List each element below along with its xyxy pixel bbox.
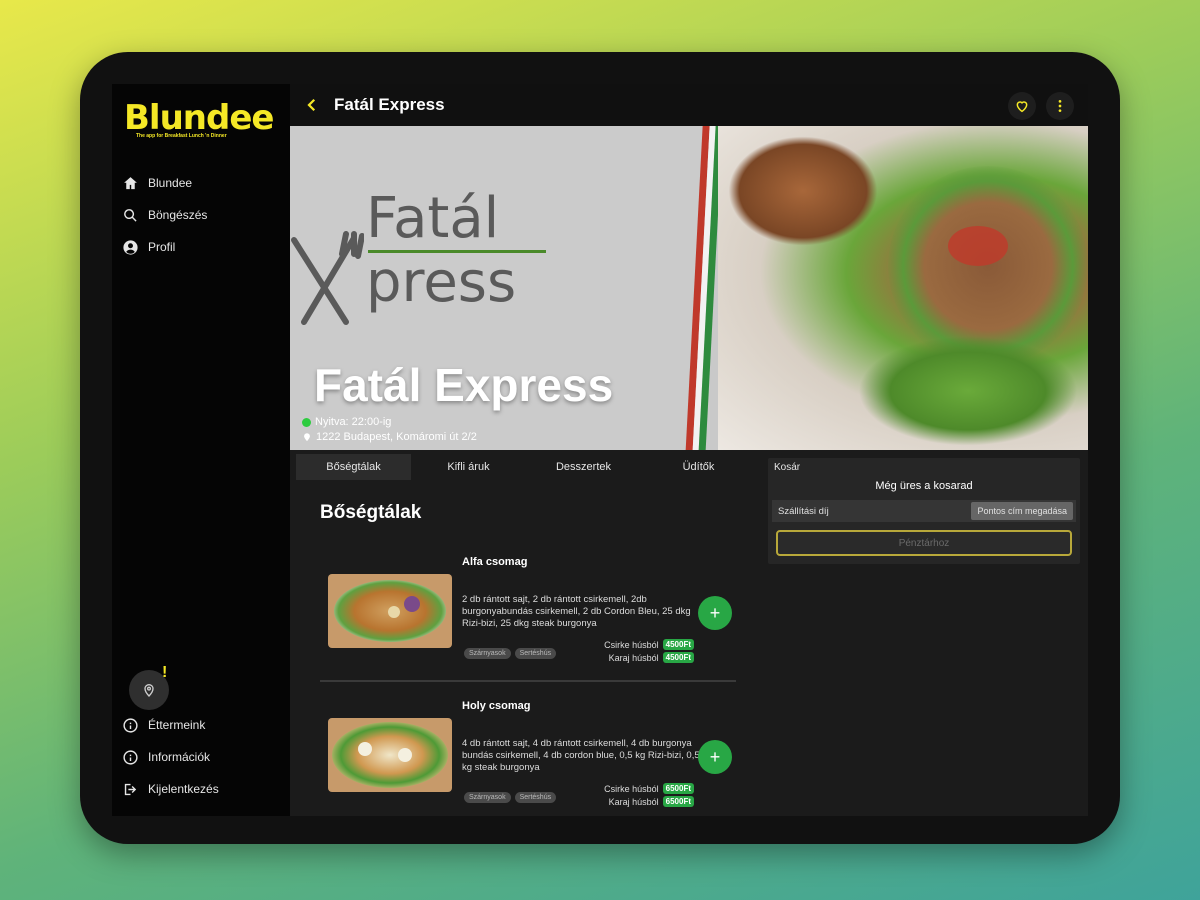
tag-chip: Szárnyasok [464,792,511,803]
location-alert-badge: ! [162,664,168,681]
section-title: Bőségtálak [320,502,422,523]
set-address-button[interactable]: Pontos cím megadása [971,502,1073,520]
app-tagline: The app for Breakfast Lunch 'n Dinner [136,133,227,139]
cutlery-icon [291,231,364,325]
open-status-dot-icon [302,417,311,427]
profile-icon [123,239,138,255]
menu-item-name: Alfa csomag [462,556,528,568]
sidebar: Blundee The app for Breakfast Lunch 'n D… [112,84,290,816]
cart-empty-message: Még üres a kosarad [875,480,973,492]
add-to-cart-button[interactable]: + [698,740,732,774]
price-label: Csirke húsból [604,639,659,650]
sidebar-item-home[interactable]: Blundee [122,172,192,194]
menu-item-image [328,574,452,648]
cart-panel: Kosár Még üres a kosarad Szállítási díj … [768,458,1080,564]
price-label: Karaj húsból [608,796,659,807]
delivery-fee-row: Szállítási díj Pontos cím megadása [772,500,1076,522]
info-icon [123,717,138,733]
menu-item-description: 4 db rántott sajt, 4 db rántott csirkeme… [462,738,700,773]
tab-pastries[interactable]: Kifli áruk [411,454,526,480]
restaurant-address: 1222 Budapest, Komáromi út 2/2 [302,431,477,443]
menu-item-name: Holy csomag [462,700,531,712]
price-badge: 6500Ft [662,783,694,794]
tag-chip: Sertéshús [514,792,557,803]
more-vertical-icon [1058,100,1062,112]
banner-food-photo [718,126,1088,450]
chevron-left-icon [307,98,316,112]
price-label: Csirke húsból [604,783,659,794]
opening-status: Nyitva: 22:00-ig [302,416,391,428]
tag-chip: Szárnyasok [464,648,511,659]
sidebar-item-label: Blundee [148,176,193,190]
price-badge: 4500Ft [662,639,694,650]
location-pin-icon [304,433,310,442]
sidebar-item-browse[interactable]: Böngészés [122,204,207,226]
restaurant-address-text: 1222 Budapest, Komáromi út 2/2 [316,431,477,443]
app-logo[interactable]: Blundee [124,98,274,138]
price-badge: 4500Ft [662,652,694,663]
back-button[interactable] [290,84,334,126]
menu-item-prices: Csirke húsból 4500Ft Karaj húsból 4500Ft [582,638,694,664]
top-bar: Fatál Express [290,84,1088,126]
add-to-cart-button[interactable]: + [698,596,732,630]
menu-item-tags: Szárnyasok Sertéshús [464,792,557,803]
cart-title: Kosár [774,462,801,473]
price-label: Karaj húsból [608,652,659,663]
heart-icon [1016,101,1028,113]
delivery-fee-label: Szállítási díj [778,505,829,517]
sidebar-item-profile[interactable]: Profil [122,236,175,258]
home-icon [124,176,137,189]
price-badge: 6500Ft [662,796,694,807]
item-divider [320,680,736,682]
checkout-button[interactable]: Pénztárhoz [776,530,1072,556]
banner-logo-top: Fatál [366,186,500,251]
restaurant-banner: Fatál press Fatál Express Nyitva: 22:00-… [290,126,1088,450]
search-icon [124,208,137,222]
restaurant-name: Fatál Express [314,359,614,411]
more-menu-button[interactable] [1046,92,1074,120]
sidebar-item-information[interactable]: Információk [122,746,210,768]
tab-desserts[interactable]: Desszertek [526,454,641,480]
category-tabs: Bőségtálak Kifli áruk Desszertek Üdítők [296,454,756,480]
menu-item-prices: Csirke húsból 6500Ft Karaj húsból 6500Ft [582,782,694,808]
sidebar-item-label: Böngészés [148,208,208,222]
opening-status-text: Nyitva: 22:00-ig [315,416,392,428]
banner-logo-bottom: press [366,250,517,315]
menu-item-tags: Szárnyasok Sertéshús [464,648,557,659]
menu-item[interactable]: Holy csomag 4 db rántott sajt, 4 db ránt… [320,688,740,816]
tag-chip: Sertéshús [514,648,557,659]
page-title: Fatál Express [334,95,445,114]
app-screen: Blundee The app for Breakfast Lunch 'n D… [112,84,1088,816]
sidebar-item-label: Éttermeink [148,718,206,732]
sidebar-item-label: Információk [148,750,211,764]
sidebar-item-logout[interactable]: Kijelentkezés [122,778,219,800]
menu-item-description: 2 db rántott sajt, 2 db rántott csirkeme… [462,594,691,629]
info-icon [123,749,138,765]
tab-drinks[interactable]: Üdítők [641,454,756,480]
menu-item[interactable]: Alfa csomag 2 db rántott sajt, 2 db ránt… [320,544,740,674]
tab-platters[interactable]: Bőségtálak [296,454,411,480]
sidebar-item-label: Profil [148,240,176,254]
location-pin-icon [144,684,154,697]
logout-icon [124,783,137,795]
sidebar-item-restaurants[interactable]: Éttermeink [122,714,205,736]
favorite-button[interactable] [1008,92,1036,120]
sidebar-item-label: Kijelentkezés [148,782,219,796]
menu-item-image [328,718,452,792]
